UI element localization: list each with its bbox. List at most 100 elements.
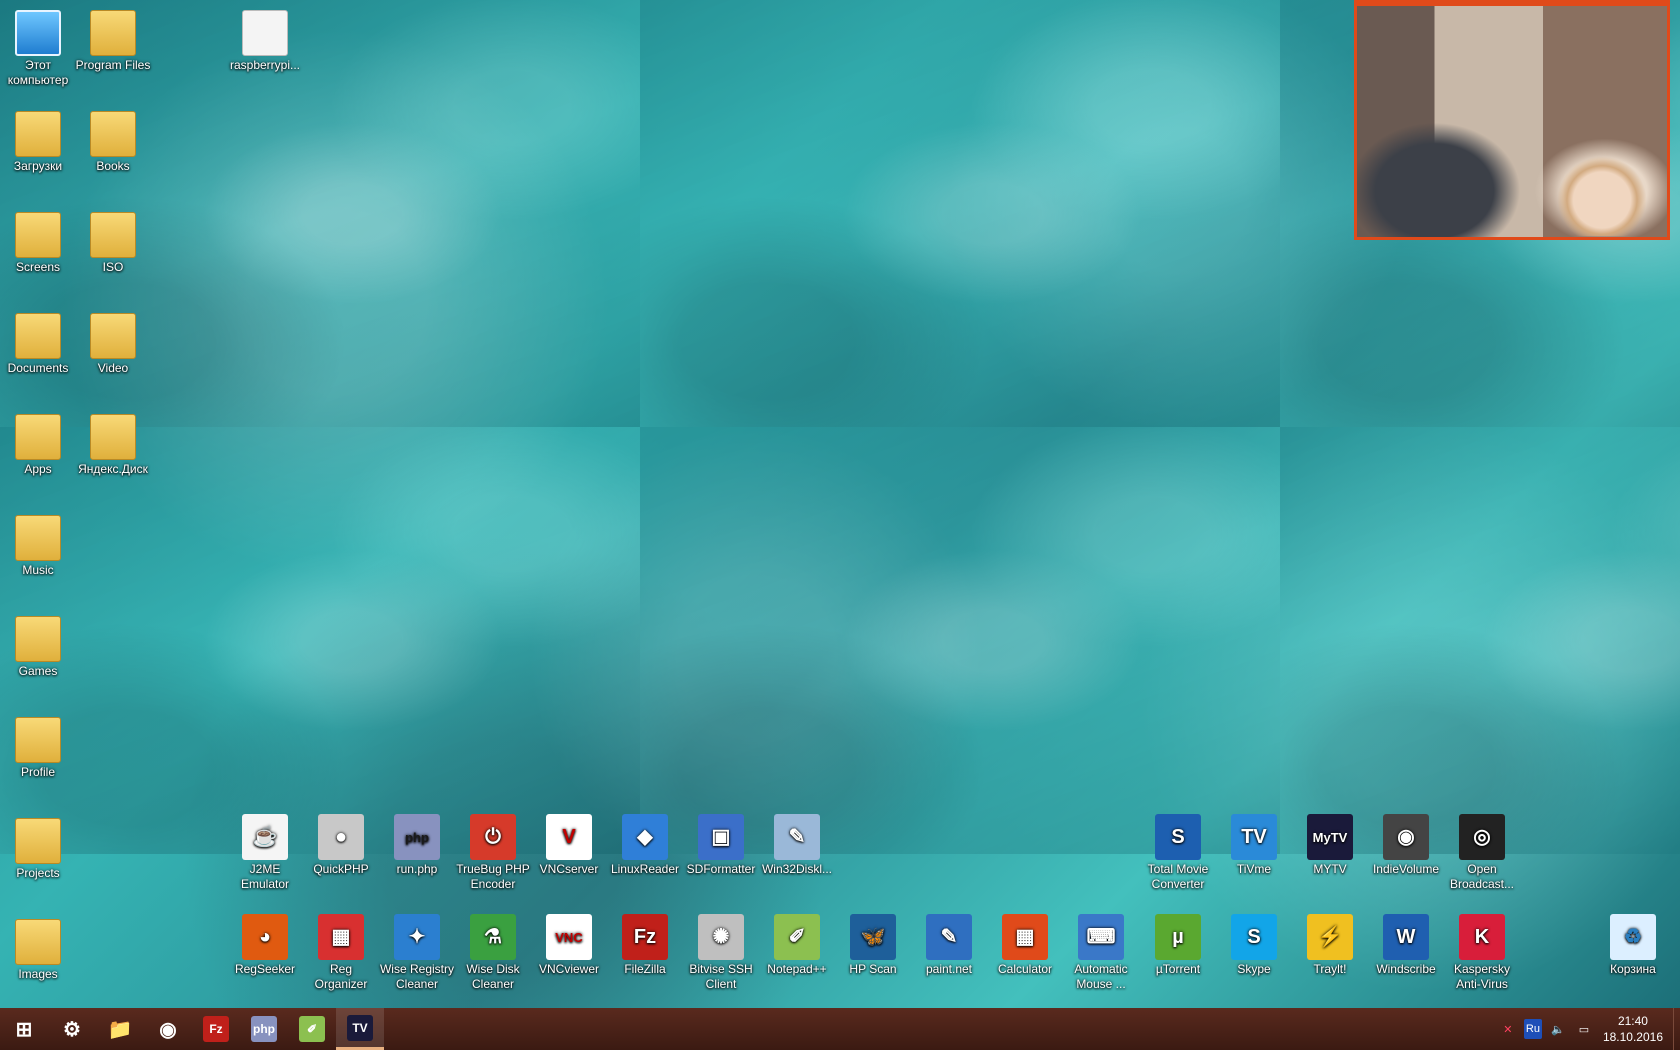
desktop-icon-regseeker[interactable]: ◕ RegSeeker [227,914,303,977]
desktop-icon-wise-disk-cleaner[interactable]: ⚗ Wise Disk Cleaner [455,914,531,992]
webcam-person-image [1557,156,1647,236]
desktop-icon-label: QuickPHP [313,862,369,876]
desktop-icon-sdformatter[interactable]: ▣ SDFormatter [683,814,759,877]
desktop-icon-bitvise-ssh-client[interactable]: ✺ Bitvise SSH Client [683,914,759,992]
volume-icon[interactable]: 🔈 [1548,1019,1568,1039]
desktop-icon-iso[interactable]: ISO [75,212,151,275]
desktop-icon-images[interactable]: Images [0,919,76,982]
folder-icon [15,313,61,359]
folder-icon [15,616,61,662]
php-icon: php [251,1016,277,1042]
desktop-icon-kaspersky-anti-virus[interactable]: K Kaspersky Anti-Virus [1444,914,1520,992]
desktop-icon-apps[interactable]: Apps [0,414,76,477]
desktop-icon-windscribe[interactable]: W Windscribe [1368,914,1444,977]
desktop-icon-traylt[interactable]: ⚡ Traylt! [1292,914,1368,977]
desktop-icon-этот-компьютер[interactable]: Этот компьютер [0,10,76,88]
notepadpp-button[interactable]: ✐ [288,1008,336,1050]
folder-icon [15,414,61,460]
filezilla-icon: Fz [203,1016,229,1042]
desktop-icon-automatic-mouse[interactable]: ⌨ Automatic Mouse ... [1063,914,1139,992]
app-icon: ⏻ [470,814,516,860]
desktop-icon-label: Notepad++ [767,962,827,976]
desktop-icon-win32diskl[interactable]: ✎ Win32Diskl... [759,814,835,877]
desktop-icon-яндекс-диск[interactable]: Яндекс.Диск [75,414,151,477]
desktop-icon-program-files[interactable]: Program Files [75,10,151,73]
folder-icon [15,818,61,864]
desktop-icon-hp-scan[interactable]: 🦋 HP Scan [835,914,911,977]
desktop-icon-tivme[interactable]: TV TiVme [1216,814,1292,877]
desktop-icon-label: Wise Disk Cleaner [466,962,520,991]
desktop-icon-label: raspberrypi... [229,58,301,72]
desktop-icon-books[interactable]: Books [75,111,151,174]
mytv-button[interactable]: TV [336,1008,384,1050]
desktop-icon-mytv[interactable]: MyTV MYTV [1292,814,1368,877]
taskbar-pinned-apps: ⊞ ⚙ 📁 ◉ Fz php ✐ TV [0,1008,384,1050]
desktop-icon-raspberrypi[interactable]: raspberrypi... [227,10,303,73]
desktop-icon-video[interactable]: Video [75,313,151,376]
app-icon: MyTV [1307,814,1353,860]
folder-icon [15,919,61,965]
desktop-icon-label: Video [97,361,129,375]
desktop-icon-загрузки[interactable]: Загрузки [0,111,76,174]
clock[interactable]: 21:40 18.10.2016 [1597,1013,1673,1045]
desktop-icon-truebug-php-encoder[interactable]: ⏻ TrueBug PHP Encoder [455,814,531,892]
desktop-icon-label: IndieVolume [1372,862,1440,876]
app-icon: ◆ [622,814,668,860]
desktop-icon-linuxreader[interactable]: ◆ LinuxReader [607,814,683,877]
desktop-icon-label: Загрузки [13,159,63,173]
desktop-icon-total-movie-converter[interactable]: S Total Movie Converter [1140,814,1216,892]
app-icon: ▣ [698,814,744,860]
desktop-icon-indievolume[interactable]: ◉ IndieVolume [1368,814,1444,877]
network-icon[interactable]: ▭ [1574,1019,1594,1039]
desktop-icon-label: Bitvise SSH Client [689,962,753,991]
app-icon: ◕ [242,914,288,960]
desktop-icon-documents[interactable]: Documents [0,313,76,376]
taskbar: ⊞ ⚙ 📁 ◉ Fz php ✐ TV ✕ Ru 🔈 ▭ 21:40 18.10.2016 [0,1008,1680,1050]
desktop-icon-label: VNCviewer [538,962,599,976]
desktop-icon-label: MYTV [1313,862,1347,876]
desktop-icon-label: Open Broadcast... [1449,862,1515,891]
desktop-icon-label: Этот компьютер [7,58,69,87]
desktop-icon-music[interactable]: Music [0,515,76,578]
desktop-icon-vncserver[interactable]: V VNCserver [531,814,607,877]
desktop-icon-paint-net[interactable]: ✎ paint.net [911,914,987,977]
explorer-button[interactable]: 📁 [96,1008,144,1050]
desktop-icon-filezilla[interactable]: Fz FileZilla [607,914,683,977]
show-desktop-button[interactable] [1673,1008,1680,1050]
kaspersky-tray-icon[interactable]: ✕ [1498,1019,1518,1039]
chrome-button[interactable]: ◉ [144,1008,192,1050]
desktop-icon-label: TrueBug PHP Encoder [456,862,530,891]
settings-button[interactable]: ⚙ [48,1008,96,1050]
desktop-icon-vncviewer[interactable]: VNC VNCviewer [531,914,607,977]
desktop-icon-reg-organizer[interactable]: ▦ Reg Organizer [303,914,379,992]
desktop-icon-label: paint.net [925,962,973,976]
webcam-preview-window[interactable] [1354,0,1670,240]
app-icon: ☕ [242,814,288,860]
desktop-icon-label: Games [18,664,58,678]
desktop-icon-projects[interactable]: Projects [0,818,76,881]
desktop-icon-games[interactable]: Games [0,616,76,679]
desktop-icon-корзина[interactable]: ♻ Корзина [1595,914,1671,977]
app-icon: S [1155,814,1201,860]
desktop-icon-j2me-emulator[interactable]: ☕ J2ME Emulator [227,814,303,892]
folder-icon [90,10,136,56]
desktop-icon-run-php[interactable]: php run.php [379,814,455,877]
desktop-icon-profile[interactable]: Profile [0,717,76,780]
app-icon: ◎ [1459,814,1505,860]
language-indicator[interactable]: Ru [1523,1019,1542,1039]
desktop-icon-quickphp[interactable]: ● QuickPHP [303,814,379,877]
wallpaper-tile [640,427,1280,854]
desktop-icon-wise-registry-cleaner[interactable]: ✦ Wise Registry Cleaner [379,914,455,992]
desktop-icon-notepad[interactable]: ✐ Notepad++ [759,914,835,977]
desktop-icon-calculator[interactable]: ▦ Calculator [987,914,1063,977]
notepadpp-icon: ✐ [299,1016,325,1042]
gear-icon: ⚙ [63,1018,81,1041]
start-button[interactable]: ⊞ [0,1008,48,1050]
desktop-icon-screens[interactable]: Screens [0,212,76,275]
desktop-icon-torrent[interactable]: µ µTorrent [1140,914,1216,977]
filezilla-button[interactable]: Fz [192,1008,240,1050]
desktop-icon-open-broadcast[interactable]: ◎ Open Broadcast... [1444,814,1520,892]
desktop-icon-skype[interactable]: S Skype [1216,914,1292,977]
desktop-icon-label: Profile [20,765,55,779]
php-button[interactable]: php [240,1008,288,1050]
